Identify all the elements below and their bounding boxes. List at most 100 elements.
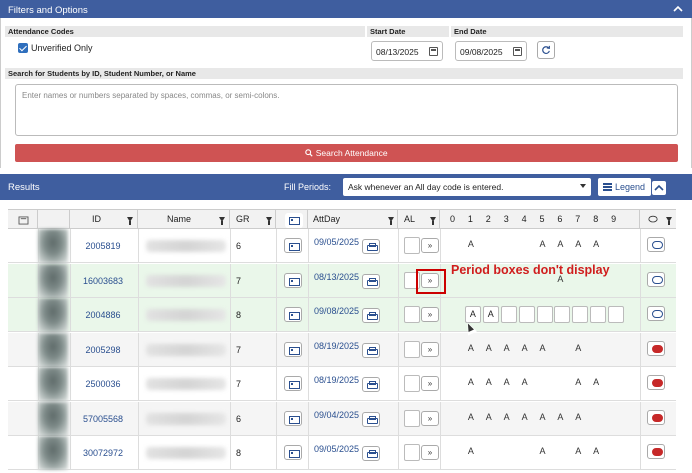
period-code[interactable]: A (572, 239, 584, 249)
all-day-code-box[interactable] (404, 340, 420, 358)
period-code-box[interactable] (500, 306, 517, 323)
period-code[interactable]: A (554, 412, 566, 422)
attday-link[interactable]: 08/19/2025 (314, 341, 359, 351)
period-code[interactable]: A (483, 412, 495, 422)
period-code[interactable]: A (537, 446, 549, 456)
funnel-icon[interactable] (219, 217, 225, 225)
period-code[interactable]: A (537, 412, 549, 422)
period-code[interactable]: A (465, 343, 477, 353)
period-code[interactable]: A (537, 239, 549, 249)
all-day-code-box[interactable] (404, 237, 420, 254)
all-day-code-box[interactable] (404, 409, 420, 427)
attday-link[interactable]: 08/13/2025 (314, 272, 359, 282)
funnel-icon[interactable] (266, 217, 272, 225)
period-code[interactable]: A (572, 412, 584, 422)
period-code[interactable]: A (572, 377, 584, 387)
period-code[interactable]: A (483, 343, 495, 353)
funnel-icon[interactable] (388, 217, 394, 225)
student-id-link[interactable]: 2005819 (70, 241, 136, 251)
attday-link[interactable]: 09/05/2025 (314, 444, 359, 454)
search-attendance-button[interactable]: Search Attendance (15, 144, 678, 162)
refresh-button[interactable] (537, 41, 555, 59)
period-code-box[interactable] (554, 306, 571, 323)
printer-icon[interactable] (362, 308, 380, 323)
period-code[interactable]: A (519, 343, 531, 353)
chevron-up-icon[interactable] (672, 3, 684, 15)
calendar-icon[interactable] (429, 47, 438, 56)
calendar-icon[interactable] (513, 47, 522, 56)
end-date-input[interactable]: 09/08/2025 (455, 41, 527, 61)
printer-icon[interactable] (362, 342, 380, 358)
search-students-textarea[interactable]: Enter names or numbers separated by spac… (15, 84, 678, 136)
name-column-header[interactable]: Name (138, 210, 230, 230)
period-code[interactable]: A (519, 412, 531, 422)
id-card-icon[interactable] (284, 341, 302, 357)
id-card-icon[interactable] (284, 238, 302, 253)
period-code[interactable]: A (501, 412, 513, 422)
fill-periods-select[interactable]: Ask whenever an All day code is entered. (343, 178, 591, 196)
id-column-header[interactable]: ID (70, 210, 138, 230)
double-chevron-right-icon[interactable]: » (421, 238, 439, 253)
double-chevron-right-icon[interactable]: » (421, 445, 439, 460)
comment-icon[interactable] (647, 375, 665, 390)
id-card-icon[interactable] (284, 445, 302, 460)
period-code-box[interactable]: A (464, 306, 481, 323)
all-day-code-box[interactable] (404, 375, 420, 392)
legend-button[interactable]: Legend (598, 178, 651, 196)
period-code[interactable]: A (501, 343, 513, 353)
period-code-box[interactable] (572, 306, 589, 323)
gr-column-header[interactable]: GR (230, 210, 276, 230)
comment-column-header[interactable] (640, 210, 676, 230)
period-code[interactable]: A (519, 377, 531, 387)
id-card-icon[interactable] (284, 376, 302, 391)
period-code[interactable]: A (501, 377, 513, 387)
unverified-only-checkbox[interactable] (18, 43, 28, 53)
attday-link[interactable]: 09/04/2025 (314, 410, 359, 420)
printer-icon[interactable] (362, 446, 380, 461)
student-id-link[interactable]: 57005568 (70, 414, 136, 424)
id-card-icon[interactable] (284, 410, 302, 426)
period-code[interactable]: A (590, 377, 602, 387)
student-id-link[interactable]: 2004886 (70, 310, 136, 320)
period-code-box[interactable]: A (482, 306, 499, 323)
period-code[interactable]: A (537, 343, 549, 353)
funnel-icon[interactable] (430, 217, 436, 225)
al-column-header[interactable]: AL (398, 210, 440, 230)
attday-link[interactable]: 09/08/2025 (314, 306, 359, 316)
period-code-box[interactable] (590, 306, 607, 323)
period-code[interactable]: A (572, 446, 584, 456)
printer-icon[interactable] (362, 377, 380, 392)
period-code-box[interactable] (518, 306, 535, 323)
student-id-link[interactable]: 30072972 (70, 448, 136, 458)
comment-icon[interactable] (647, 237, 665, 252)
comment-icon[interactable] (647, 340, 665, 356)
start-date-input[interactable]: 08/13/2025 (371, 41, 443, 61)
student-id-link[interactable]: 2005298 (70, 345, 136, 355)
student-id-link[interactable]: 16003683 (70, 276, 136, 286)
printer-icon[interactable] (362, 411, 380, 427)
period-code[interactable]: A (465, 446, 477, 456)
double-chevron-right-icon[interactable]: » (421, 376, 439, 391)
attday-link[interactable]: 08/19/2025 (314, 375, 359, 385)
period-code[interactable]: A (572, 343, 584, 353)
period-code-box[interactable] (608, 306, 625, 323)
comment-icon[interactable] (647, 409, 665, 425)
printer-icon[interactable] (362, 239, 380, 254)
attday-link[interactable]: 09/05/2025 (314, 237, 359, 247)
period-code[interactable]: A (465, 377, 477, 387)
double-chevron-right-icon[interactable]: » (421, 410, 439, 426)
period-code-box[interactable] (536, 306, 553, 323)
double-chevron-right-icon[interactable]: » (421, 307, 439, 322)
double-chevron-right-icon[interactable]: » (421, 341, 439, 357)
period-code[interactable]: A (554, 239, 566, 249)
chevron-up-icon[interactable] (652, 181, 666, 195)
period-code[interactable]: A (590, 239, 602, 249)
period-code[interactable]: A (590, 446, 602, 456)
flag-column-header[interactable] (8, 210, 38, 230)
comment-icon[interactable] (647, 444, 665, 459)
id-card-icon[interactable] (284, 272, 302, 288)
student-id-link[interactable]: 2500036 (70, 379, 136, 389)
period-code[interactable]: A (465, 412, 477, 422)
period-code[interactable]: A (465, 239, 477, 249)
id-card-icon[interactable] (284, 307, 302, 322)
